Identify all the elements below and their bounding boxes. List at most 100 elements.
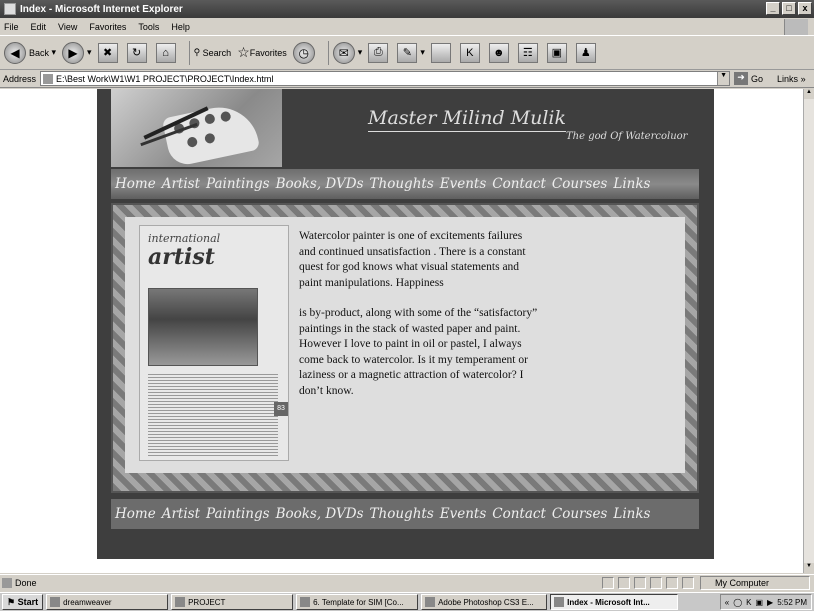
edit-button[interactable]: ✎ ▾ (397, 42, 425, 63)
nav-courses[interactable]: Courses (552, 506, 607, 522)
toolbar-separator (188, 40, 190, 65)
extra-tool-1[interactable]: K (459, 42, 483, 63)
task-internet-explorer[interactable]: Index - Microsoft Int... (550, 594, 679, 610)
refresh-icon: ↻ (126, 42, 147, 63)
extra-tool-3[interactable]: ☶ (517, 42, 541, 63)
nav-events[interactable]: Events (440, 506, 487, 522)
nav-links[interactable]: Links (613, 176, 650, 192)
extra-tool-5[interactable]: ♟ (575, 42, 599, 63)
nav-courses[interactable]: Courses (552, 176, 607, 192)
address-label: Address (3, 73, 37, 84)
home-icon: ⌂ (155, 42, 176, 63)
ie-icon (4, 3, 16, 15)
menu-edit[interactable]: Edit (31, 22, 47, 32)
folder-icon (175, 597, 186, 607)
messenger-people-icon: ♟ (575, 42, 596, 63)
page-icon (43, 73, 54, 84)
magazine-page-number: 83 (274, 402, 288, 416)
menu-view[interactable]: View (58, 22, 77, 32)
nav-thoughts[interactable]: Thoughts (370, 506, 434, 522)
content-frame: international artist 83 Watercolor paint… (111, 203, 699, 493)
windows-logo-icon (784, 19, 808, 35)
refresh-button[interactable]: ↻ (126, 42, 150, 63)
ie-icon (554, 597, 565, 607)
task-template[interactable]: 6. Template for SIM [Co... (296, 594, 419, 610)
status-pane (602, 577, 614, 589)
body-paragraph-2: is by-product, along with some of the “s… (299, 307, 538, 397)
start-button[interactable]: ⚑ Start (2, 594, 44, 610)
search-button[interactable]: ⚲ Search (194, 47, 232, 58)
magazine-title-line2: artist (148, 244, 215, 270)
history-button[interactable]: ◷ (292, 41, 318, 64)
extra-tool-4[interactable]: ▣ (546, 42, 570, 63)
menu-tools[interactable]: Tools (138, 22, 159, 32)
system-tray: « ◯ K ▣ ▶ 5:52 PM (719, 594, 812, 610)
magazine-photo (148, 288, 258, 366)
mail-icon: ✉ (332, 41, 355, 64)
discuss-button[interactable] (430, 42, 454, 63)
tray-network-icon[interactable]: ▣ (755, 598, 763, 607)
star-icon: ☆ (237, 44, 250, 60)
chevron-down-icon[interactable]: ▼ (717, 72, 730, 85)
nav-thoughts[interactable]: Thoughts (370, 176, 434, 192)
site-header: Master Milind Mulik The god Of Watercolu… (282, 89, 714, 167)
scroll-up-icon[interactable]: ▲ (804, 89, 814, 99)
folder-icon (50, 597, 61, 607)
menu-file[interactable]: File (4, 22, 19, 32)
site-container: Master Milind Mulik The god Of Watercolu… (97, 89, 714, 559)
tray-media-icon[interactable]: ▶ (767, 598, 773, 607)
header-painting-image (111, 89, 282, 168)
scroll-down-icon[interactable]: ▼ (804, 563, 814, 573)
back-arrow-icon: ◀ (4, 41, 26, 64)
browser-toolbar: ◀ Back ▾ ▶ ▾ ✖ ↻ ⌂ ⚲ Search ☆ Favorites ◷ ✉… (0, 36, 814, 70)
nav-artist[interactable]: Artist (162, 506, 200, 522)
window-titlebar[interactable]: Index - Microsoft Internet Explorer _ □ … (0, 0, 814, 18)
task-dreamweaver[interactable]: dreamweaver (46, 594, 169, 610)
forward-button[interactable]: ▶ ▾ (62, 41, 92, 64)
bookmark-icon: ▣ (546, 42, 567, 63)
magazine-text-block (148, 372, 278, 456)
windows-flag-icon: ⚑ (7, 596, 18, 607)
magazine-cover-image: international artist 83 (139, 225, 289, 461)
extra-tool-2[interactable]: ☻ (488, 42, 512, 63)
tray-app-icon[interactable]: ◯ (733, 598, 742, 607)
back-button[interactable]: ◀ Back ▾ (4, 41, 56, 64)
menu-favorites[interactable]: Favorites (89, 22, 126, 32)
menu-help[interactable]: Help (171, 22, 190, 32)
go-button[interactable]: ➜ Go (734, 72, 763, 85)
palette-image (161, 100, 261, 168)
tray-k-icon[interactable]: K (746, 598, 751, 607)
go-arrow-icon: ➜ (734, 72, 749, 85)
tray-expand-icon[interactable]: « (725, 598, 729, 607)
vertical-scrollbar[interactable]: ▲ ▼ (803, 89, 814, 573)
nav-books-dvds[interactable]: Books, DVDs (276, 506, 364, 522)
nav-home[interactable]: Home (115, 176, 156, 192)
minimize-button[interactable]: _ (766, 2, 780, 15)
links-button[interactable]: Links » (777, 74, 806, 84)
status-pane (618, 577, 630, 589)
status-pane (650, 577, 662, 589)
body-text: Watercolor painter is one of excitements… (299, 229, 539, 399)
address-input[interactable]: E:\Best Work\W1\W1 PROJECT\PROJECT\Index… (40, 71, 731, 86)
close-button[interactable]: x (798, 2, 812, 15)
nav-books-dvds[interactable]: Books, DVDs (276, 176, 364, 192)
stop-icon: ✖ (97, 42, 118, 63)
nav-links[interactable]: Links (613, 506, 650, 522)
favorites-button[interactable]: ☆ Favorites (237, 44, 287, 61)
nav-paintings[interactable]: Paintings (206, 176, 270, 192)
nav-home[interactable]: Home (115, 506, 156, 522)
nav-contact[interactable]: Contact (492, 506, 546, 522)
nav-artist[interactable]: Artist (162, 176, 200, 192)
task-photoshop[interactable]: Adobe Photoshop CS3 E... (421, 594, 548, 610)
nav-events[interactable]: Events (440, 176, 487, 192)
print-button[interactable]: ⎙ (368, 42, 391, 63)
printer-icon: ⎙ (368, 42, 389, 63)
mail-button[interactable]: ✉ ▾ (332, 41, 362, 64)
nav-contact[interactable]: Contact (492, 176, 546, 192)
task-project[interactable]: PROJECT (171, 594, 294, 610)
stop-button[interactable]: ✖ (97, 42, 121, 63)
maximize-button[interactable]: □ (782, 2, 796, 15)
nav-paintings[interactable]: Paintings (206, 506, 270, 522)
content-panel: international artist 83 Watercolor paint… (125, 217, 685, 473)
home-button[interactable]: ⌂ (155, 42, 179, 63)
